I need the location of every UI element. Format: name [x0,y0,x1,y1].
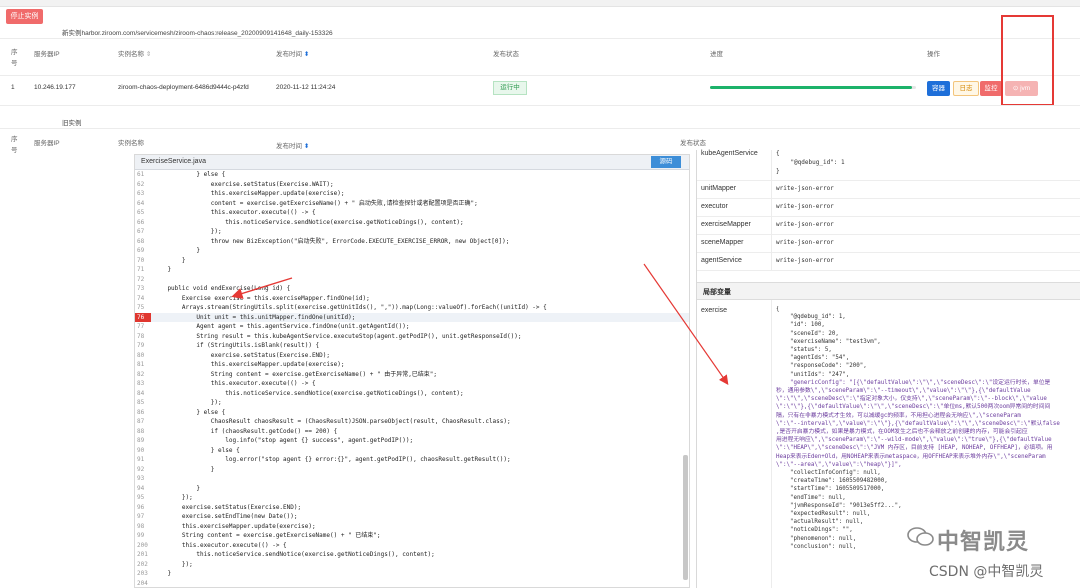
annotation-arrow-to-method [231,277,293,299]
wechat-icon [907,527,934,546]
watermark-logo-text: 中智凯灵 [937,530,1030,555]
annotation-arrows [231,263,729,385]
watermark-csdn-text: CSDN @中智凯灵 [929,564,1044,580]
annotation-arrow-to-json [643,263,729,385]
